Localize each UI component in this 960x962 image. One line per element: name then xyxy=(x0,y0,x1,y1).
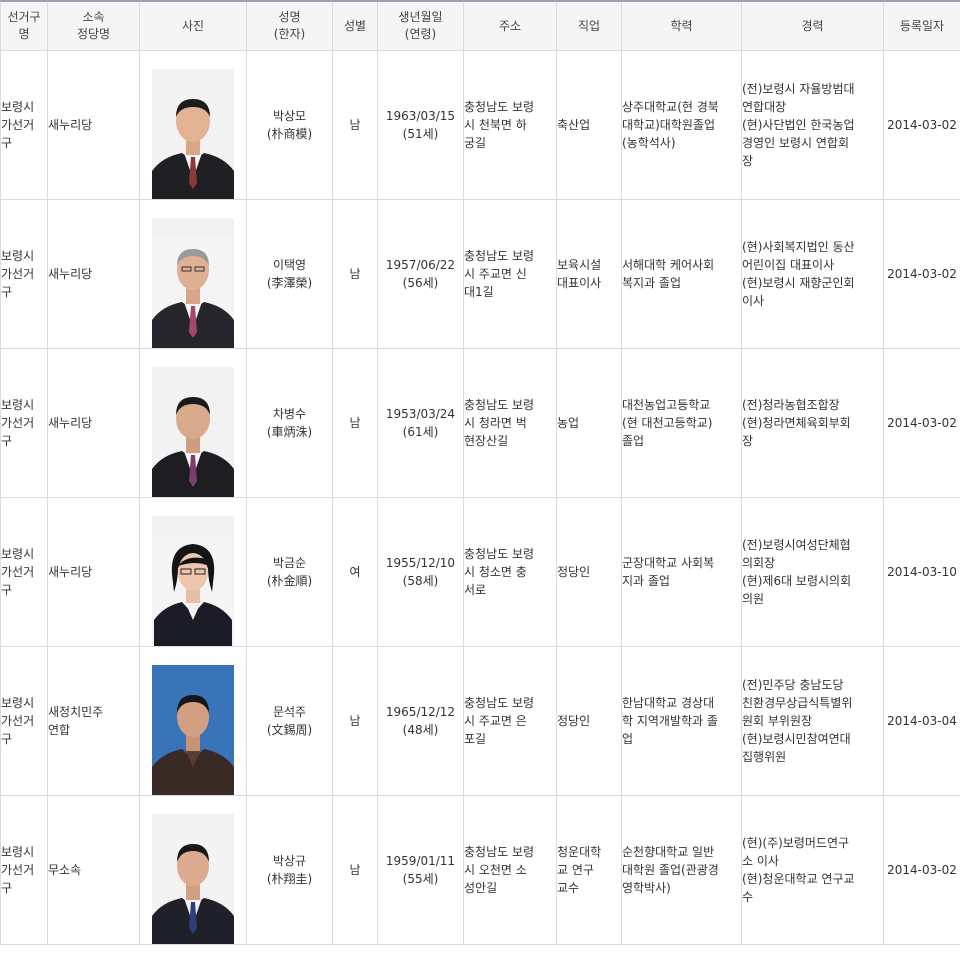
cell-address: 충청남도 보령 시 청라면 벅 현장산길 xyxy=(464,349,557,498)
cell-address: 충청남도 보령 시 천북면 하 궁길 xyxy=(464,51,557,200)
cell-birth: 1959/01/11 (55세) xyxy=(378,796,464,945)
header-name: 성명 (한자) xyxy=(247,1,333,51)
cell-party: 새누리당 xyxy=(48,200,140,349)
candidate-photo[interactable] xyxy=(152,69,234,181)
cell-gender: 남 xyxy=(333,796,378,945)
cell-career: (현)(주)보령머드연구 소 이사 (현)청운대학교 연구교 수 xyxy=(742,796,884,945)
cell-registered: 2014-03-02 xyxy=(884,349,960,498)
table-row: 보령시 가선거 구 새누리당 박금 xyxy=(1,498,960,647)
cell-gender: 남 xyxy=(333,200,378,349)
header-career: 경력 xyxy=(742,1,884,51)
cell-photo xyxy=(140,200,247,349)
header-gender: 성별 xyxy=(333,1,378,51)
cell-district: 보령시 가선거 구 xyxy=(1,796,48,945)
cell-address: 충청남도 보령 시 주교면 은 포길 xyxy=(464,647,557,796)
header-job: 직업 xyxy=(557,1,622,51)
candidate-photo[interactable] xyxy=(152,814,234,926)
cell-district: 보령시 가선거 구 xyxy=(1,51,48,200)
header-address: 주소 xyxy=(464,1,557,51)
cell-party: 새누리당 xyxy=(48,349,140,498)
table-row: 보령시 가선거 구 새누리당 차병수 (車炳洙) 남 1953 xyxy=(1,349,960,498)
cell-education: 순천향대학교 일반 대학원 졸업(관광경 영학박사) xyxy=(622,796,742,945)
cell-education: 상주대학교(현 경북 대학교)대학원졸업 (농학석사) xyxy=(622,51,742,200)
cell-education: 한남대학교 경상대 학 지역개발학과 졸 업 xyxy=(622,647,742,796)
cell-education: 군장대학교 사회복 지과 졸업 xyxy=(622,498,742,647)
cell-address: 충청남도 보령 시 청소면 충 서로 xyxy=(464,498,557,647)
cell-career: (전)보령시여성단체협 의회장 (현)제6대 보령시의회 의원 xyxy=(742,498,884,647)
candidate-photo[interactable] xyxy=(152,218,234,330)
cell-job: 정당인 xyxy=(557,647,622,796)
cell-job: 농업 xyxy=(557,349,622,498)
cell-address: 충청남도 보령 시 오천면 소 성안길 xyxy=(464,796,557,945)
cell-registered: 2014-03-02 xyxy=(884,200,960,349)
cell-registered: 2014-03-04 xyxy=(884,647,960,796)
cell-gender: 여 xyxy=(333,498,378,647)
candidate-photo[interactable] xyxy=(152,665,234,777)
table-row: 보령시 가선거 구 새정치민주 연합 문석주 (文錫周) 남 1965/12/1… xyxy=(1,647,960,796)
cell-birth: 1965/12/12 (48세) xyxy=(378,647,464,796)
cell-party: 새누리당 xyxy=(48,498,140,647)
cell-photo xyxy=(140,796,247,945)
candidate-table: 선거구 명 소속 정당명 사진 성명 (한자) 성별 생년월일 (연령) 주소 … xyxy=(0,0,960,945)
cell-photo xyxy=(140,498,247,647)
cell-registered: 2014-03-02 xyxy=(884,796,960,945)
candidate-photo[interactable] xyxy=(152,516,234,628)
cell-job: 보육시설 대표이사 xyxy=(557,200,622,349)
cell-district: 보령시 가선거 구 xyxy=(1,200,48,349)
cell-photo xyxy=(140,647,247,796)
cell-birth: 1953/03/24 (61세) xyxy=(378,349,464,498)
cell-name: 박상모 (朴商模) xyxy=(247,51,333,200)
cell-party: 새정치민주 연합 xyxy=(48,647,140,796)
cell-district: 보령시 가선거 구 xyxy=(1,647,48,796)
cell-gender: 남 xyxy=(333,647,378,796)
cell-name: 문석주 (文錫周) xyxy=(247,647,333,796)
header-district: 선거구 명 xyxy=(1,1,48,51)
table-row: 보령시 가선거 구 새누리당 이택 xyxy=(1,200,960,349)
cell-gender: 남 xyxy=(333,349,378,498)
cell-career: (전)보령시 자율방범대 연합대장 (현)사단법인 한국농업 경영인 보령시 연… xyxy=(742,51,884,200)
cell-party: 새누리당 xyxy=(48,51,140,200)
table-row: 보령시 가선거 구 무소속 박상규 (朴翔圭) 남 1959/ xyxy=(1,796,960,945)
cell-education: 서해대학 케어사회 복지과 졸업 xyxy=(622,200,742,349)
cell-career: (전)청라농협조합장 (현)청라면체육회부회 장 xyxy=(742,349,884,498)
header-registered: 등록일자 xyxy=(884,1,960,51)
cell-career: (현)사회복지법인 동산 어린이집 대표이사 (현)보령시 재향군인회 이사 xyxy=(742,200,884,349)
candidate-photo[interactable] xyxy=(152,367,234,479)
cell-name: 차병수 (車炳洙) xyxy=(247,349,333,498)
cell-education: 대천농업고등학교 (현 대천고등학교) 졸업 xyxy=(622,349,742,498)
table-row: 보령시 가선거 구 새누리당 박상모 (朴商模) 남 1963 xyxy=(1,51,960,200)
cell-birth: 1955/12/10 (58세) xyxy=(378,498,464,647)
cell-district: 보령시 가선거 구 xyxy=(1,349,48,498)
cell-gender: 남 xyxy=(333,51,378,200)
cell-district: 보령시 가선거 구 xyxy=(1,498,48,647)
cell-registered: 2014-03-10 xyxy=(884,498,960,647)
header-education: 학력 xyxy=(622,1,742,51)
cell-party: 무소속 xyxy=(48,796,140,945)
header-birth: 생년월일 (연령) xyxy=(378,1,464,51)
header-party: 소속 정당명 xyxy=(48,1,140,51)
cell-registered: 2014-03-02 xyxy=(884,51,960,200)
header-row: 선거구 명 소속 정당명 사진 성명 (한자) 성별 생년월일 (연령) 주소 … xyxy=(1,1,960,51)
cell-address: 충청남도 보령 시 주교면 신 대1길 xyxy=(464,200,557,349)
cell-name: 박상규 (朴翔圭) xyxy=(247,796,333,945)
cell-career: (전)민주당 충남도당 친환경무상급식특별위 원회 부위원장 (현)보령시민참여… xyxy=(742,647,884,796)
cell-birth: 1963/03/15 (51세) xyxy=(378,51,464,200)
cell-birth: 1957/06/22 (56세) xyxy=(378,200,464,349)
header-photo: 사진 xyxy=(140,1,247,51)
cell-job: 축산업 xyxy=(557,51,622,200)
cell-name: 박금순 (朴金順) xyxy=(247,498,333,647)
cell-photo xyxy=(140,51,247,200)
cell-photo xyxy=(140,349,247,498)
cell-job: 정당인 xyxy=(557,498,622,647)
cell-name: 이택영 (李澤榮) xyxy=(247,200,333,349)
cell-job: 청운대학 교 연구 교수 xyxy=(557,796,622,945)
